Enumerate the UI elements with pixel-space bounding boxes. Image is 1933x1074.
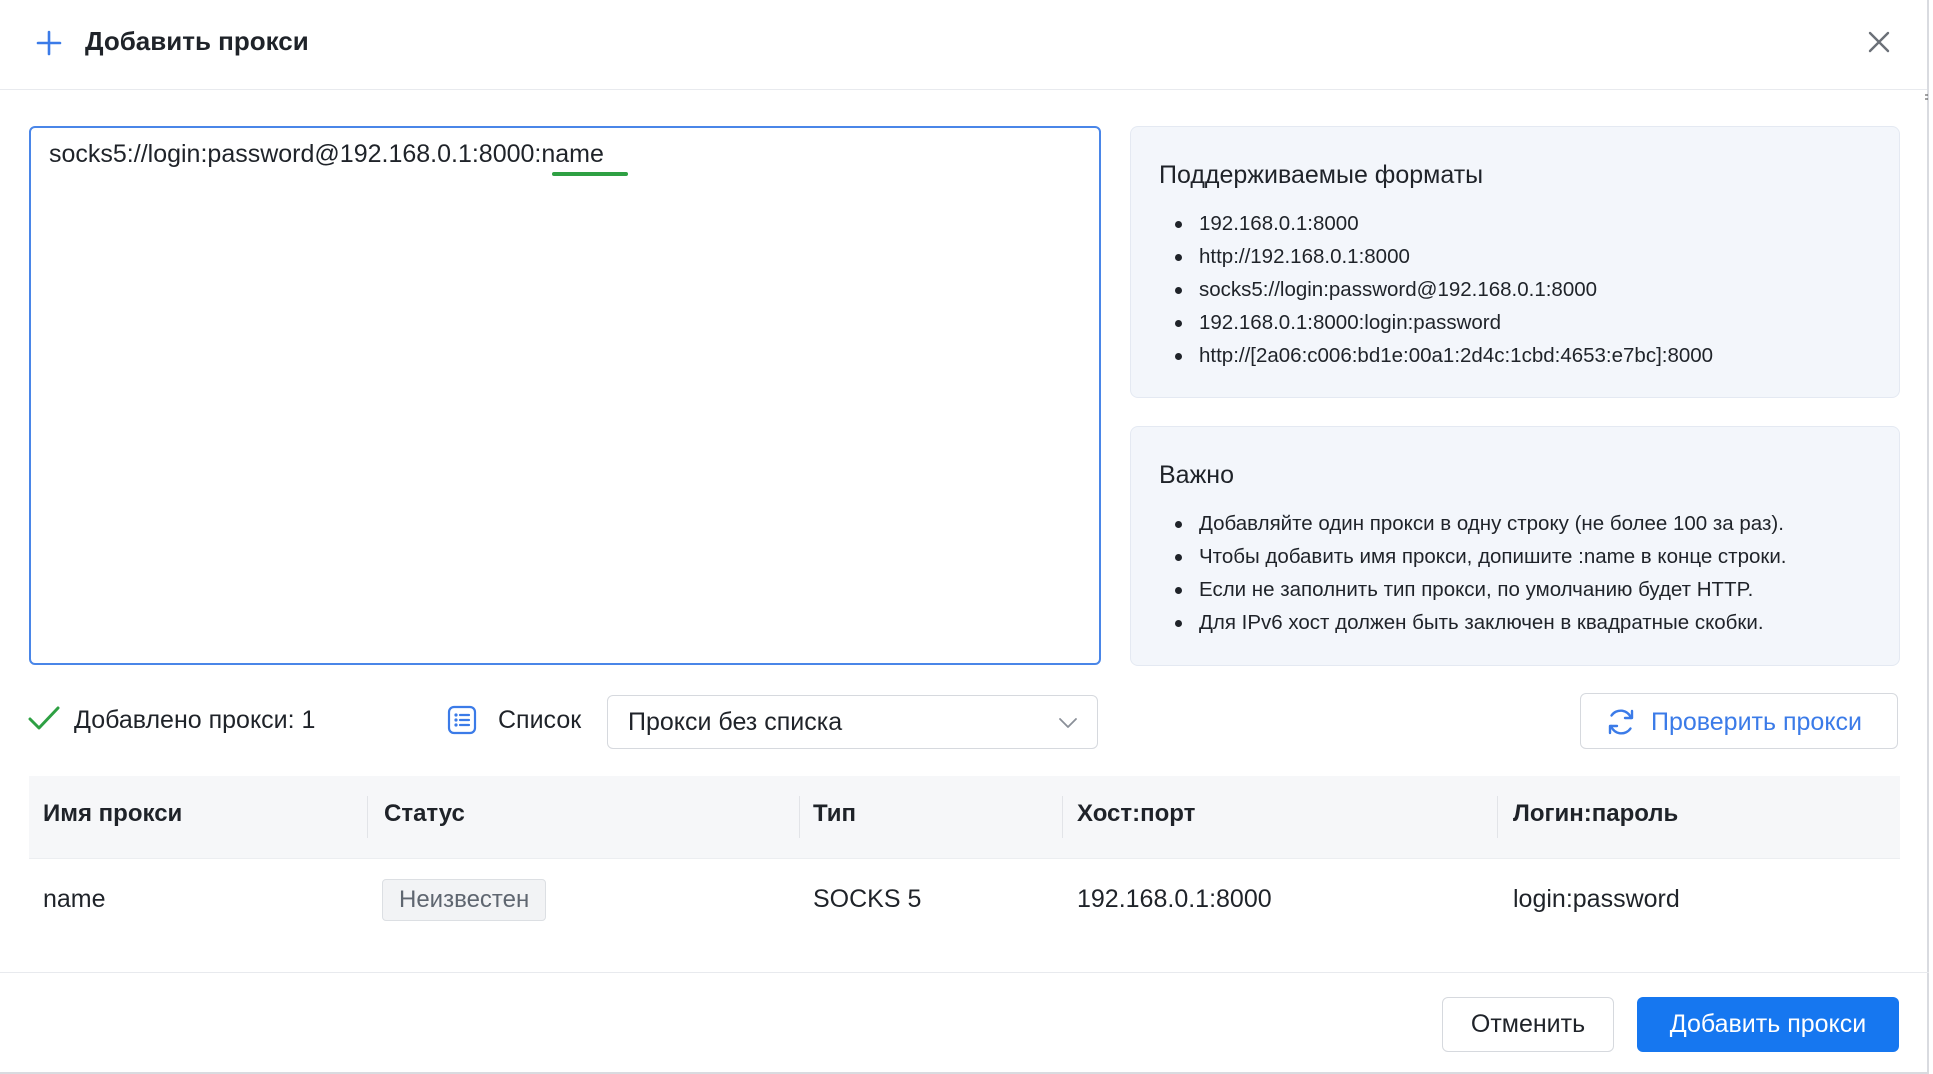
important-notes-panel: Важно Добавляйте один прокси в одну стро… [1130,426,1900,666]
format-item: 192.168.0.1:8000 [1171,207,1713,240]
cell-login-password: login:password [1513,885,1680,913]
add-proxy-dialog: Добавить прокси socks5://login:password@… [0,0,1929,1074]
note-item: Добавляйте один прокси в одну строку (не… [1171,507,1786,540]
close-icon[interactable] [1865,28,1893,56]
format-item: socks5://login:password@192.168.0.1:8000 [1171,273,1713,306]
add-proxy-button[interactable]: Добавить прокси [1637,997,1899,1052]
chevron-down-icon [1059,718,1077,728]
important-notes-title: Важно [1159,461,1235,489]
status-badge: Неизвестен [382,879,547,921]
list-icon [447,705,477,735]
proxy-list-select-value: Прокси без списка [628,708,843,736]
cell-proxy-name: name [43,885,106,913]
cancel-button[interactable]: Отменить [1442,997,1614,1052]
supported-formats-panel: Поддерживаемые форматы 192.168.0.1:8000 … [1130,126,1900,398]
column-header-host-port: Хост:порт [1077,800,1196,827]
column-header-type: Тип [813,800,856,827]
format-item: http://[2a06:c006:bd1e:00a1:2d4c:1cbd:46… [1171,339,1713,372]
format-item: 192.168.0.1:8000:login:password [1171,306,1713,339]
column-divider [367,796,368,838]
check-icon [28,706,60,730]
refresh-icon [1608,709,1634,735]
note-item: Если не заполнить тип прокси, по умолчан… [1171,573,1786,606]
resize-edge-mark [1925,94,1928,100]
check-proxy-button[interactable]: Проверить прокси [1580,693,1898,749]
dialog-title: Добавить прокси [85,26,309,56]
column-divider [1497,796,1498,838]
proxy-input-textarea[interactable]: socks5://login:password@192.168.0.1:8000… [29,126,1101,665]
check-proxy-label: Проверить прокси [1651,708,1862,736]
column-header-status: Статус [384,800,465,827]
spellcheck-underline [552,172,628,176]
cell-proxy-type: SOCKS 5 [813,885,922,913]
dialog-header: Добавить прокси [0,0,1927,90]
important-notes-list: Добавляйте один прокси в одну строку (не… [1171,507,1786,639]
column-divider [799,796,800,838]
added-count-label: Добавлено прокси: 1 [74,706,316,734]
proxy-list-select[interactable]: Прокси без списка [607,695,1098,749]
status-row: Добавлено прокси: 1 Список Прокси без сп… [0,690,1929,750]
note-item: Для IPv6 хост должен быть заключен в ква… [1171,606,1786,639]
table-row[interactable]: name Неизвестен SOCKS 5 192.168.0.1:8000… [29,858,1900,942]
format-item: http://192.168.0.1:8000 [1171,240,1713,273]
column-divider [1062,796,1063,838]
column-header-login-password: Логин:пароль [1513,800,1679,827]
plus-icon [36,30,62,56]
proxy-table: Имя прокси Статус Тип Хост:порт Логин:па… [29,776,1900,942]
cell-host-port: 192.168.0.1:8000 [1077,885,1272,913]
table-header: Имя прокси Статус Тип Хост:порт Логин:па… [29,776,1900,858]
proxy-input-text[interactable]: socks5://login:password@192.168.0.1:8000… [49,140,604,169]
column-header-name: Имя прокси [43,800,183,827]
note-item: Чтобы добавить имя прокси, допишите :nam… [1171,540,1786,573]
supported-formats-title: Поддерживаемые форматы [1159,161,1484,189]
supported-formats-list: 192.168.0.1:8000 http://192.168.0.1:8000… [1171,207,1713,372]
list-label: Список [498,706,582,734]
dialog-footer: Отменить Добавить прокси [0,972,1929,1072]
